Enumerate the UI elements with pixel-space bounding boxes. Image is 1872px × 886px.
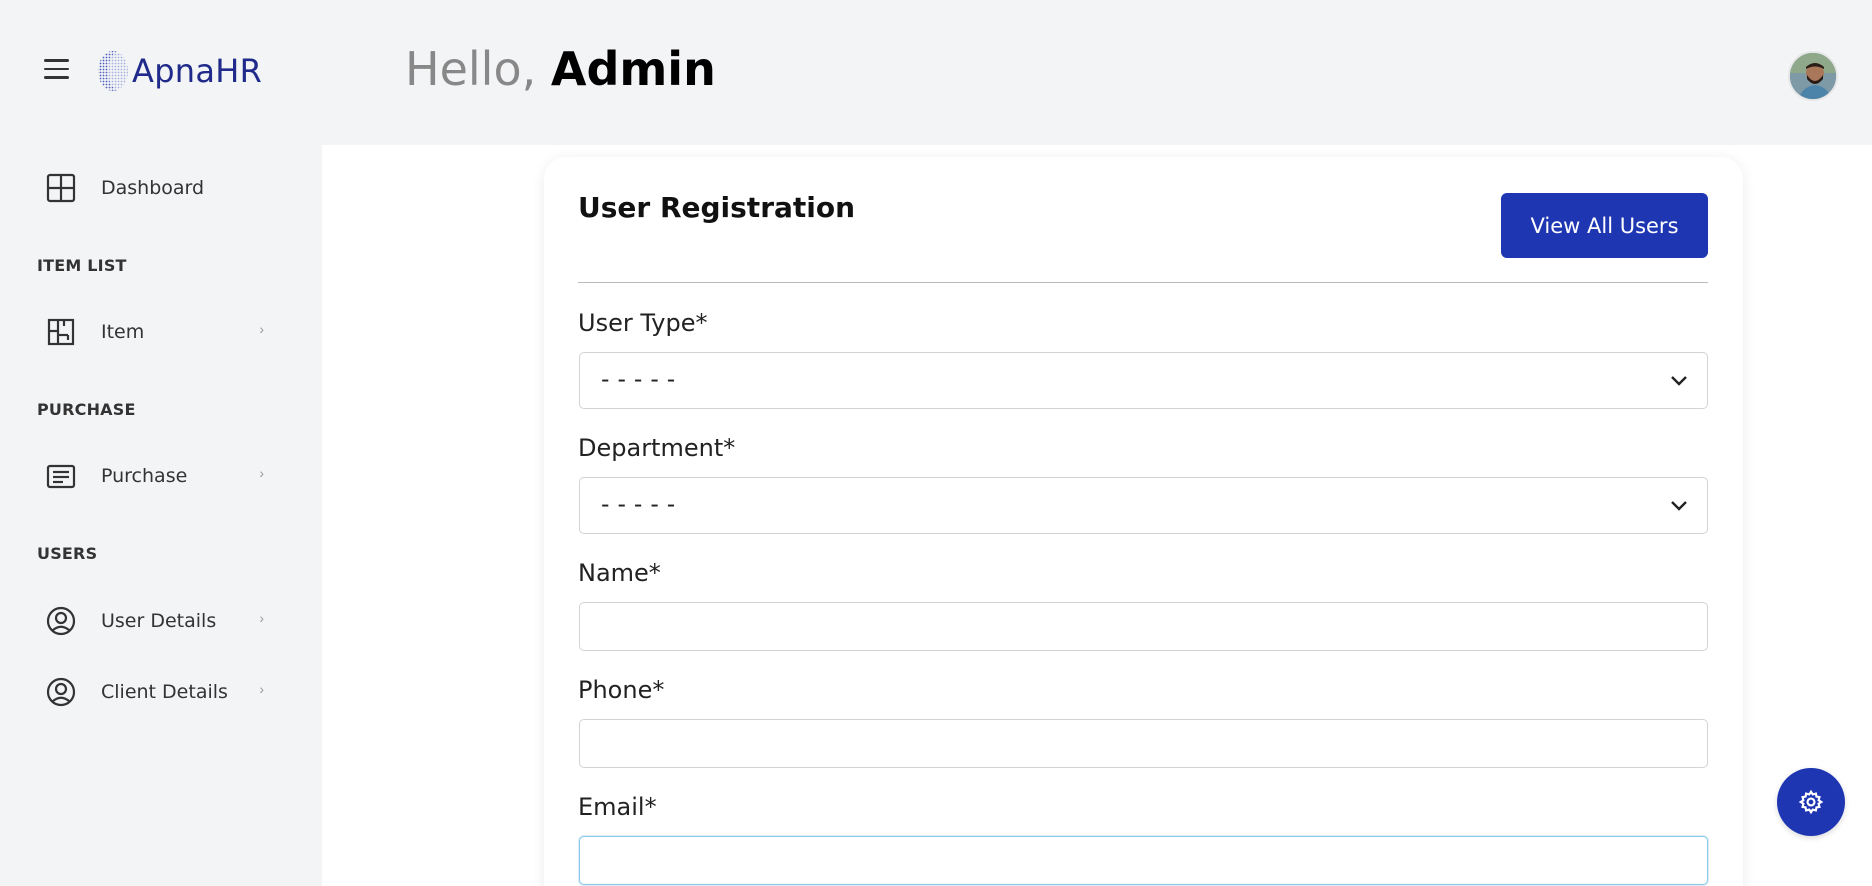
brand-logo[interactable]: ApnaHR <box>96 50 262 92</box>
view-all-users-button[interactable]: View All Users <box>1501 193 1708 258</box>
user-type-select[interactable]: ----- <box>579 352 1708 409</box>
sidebar-item-label: User Details <box>101 610 217 632</box>
avatar-photo <box>1790 53 1836 99</box>
section-title-purchase: PURCHASE <box>37 400 136 419</box>
greeting: Hello, Admin <box>405 42 716 96</box>
globe-logo-icon <box>98 51 128 91</box>
user-type-label: User Type* <box>578 309 708 337</box>
name-input[interactable] <box>579 602 1708 651</box>
chevron-right-icon: › <box>259 681 264 697</box>
user-registration-card: User Registration View All Users User Ty… <box>544 157 1743 886</box>
section-title-item-list: ITEM LIST <box>37 256 127 275</box>
sidebar-item-user-details[interactable]: User Details › <box>44 601 274 641</box>
department-label: Department* <box>578 434 736 462</box>
greeting-prefix: Hello, <box>405 42 537 96</box>
gear-icon <box>1798 789 1824 815</box>
department-selected-value: ----- <box>598 490 681 518</box>
sidebar-item-dashboard[interactable]: Dashboard <box>44 168 274 208</box>
sidebar-item-purchase[interactable]: Purchase › <box>44 456 274 496</box>
top-header: ApnaHR Hello, Admin <box>0 0 1872 145</box>
section-title-users: USERS <box>37 544 98 563</box>
chevron-down-icon <box>1671 376 1687 386</box>
floorplan-icon <box>44 315 78 349</box>
email-label: Email* <box>578 793 657 821</box>
dashboard-grid-icon <box>44 171 78 205</box>
sidebar-item-item[interactable]: Item › <box>44 312 274 352</box>
sidebar-item-label: Item <box>101 321 145 343</box>
phone-label: Phone* <box>578 676 665 704</box>
user-avatar[interactable] <box>1788 51 1838 101</box>
user-circle-icon <box>44 675 78 709</box>
sidebar: Dashboard ITEM LIST Item › PURCHASE Purc… <box>0 145 322 886</box>
sidebar-item-label: Client Details <box>101 681 228 703</box>
sidebar-item-label: Dashboard <box>101 177 205 199</box>
page-title: User Registration <box>578 191 856 224</box>
chevron-down-icon <box>1671 501 1687 511</box>
hamburger-menu-icon[interactable] <box>44 59 69 79</box>
settings-fab-button[interactable] <box>1777 768 1845 836</box>
chevron-right-icon: › <box>259 610 264 626</box>
divider <box>578 282 1708 283</box>
chevron-right-icon: › <box>259 465 264 481</box>
sidebar-item-client-details[interactable]: Client Details › <box>44 672 274 712</box>
user-circle-icon <box>44 604 78 638</box>
user-type-selected-value: ----- <box>598 365 681 393</box>
department-select[interactable]: ----- <box>579 477 1708 534</box>
receipt-icon <box>44 459 78 493</box>
greeting-username: Admin <box>550 42 716 96</box>
name-label: Name* <box>578 559 661 587</box>
sidebar-item-label: Purchase <box>101 465 188 487</box>
phone-input[interactable] <box>579 719 1708 768</box>
brand-name: ApnaHR <box>132 52 263 90</box>
chevron-right-icon: › <box>259 321 264 337</box>
email-input[interactable] <box>579 836 1708 885</box>
